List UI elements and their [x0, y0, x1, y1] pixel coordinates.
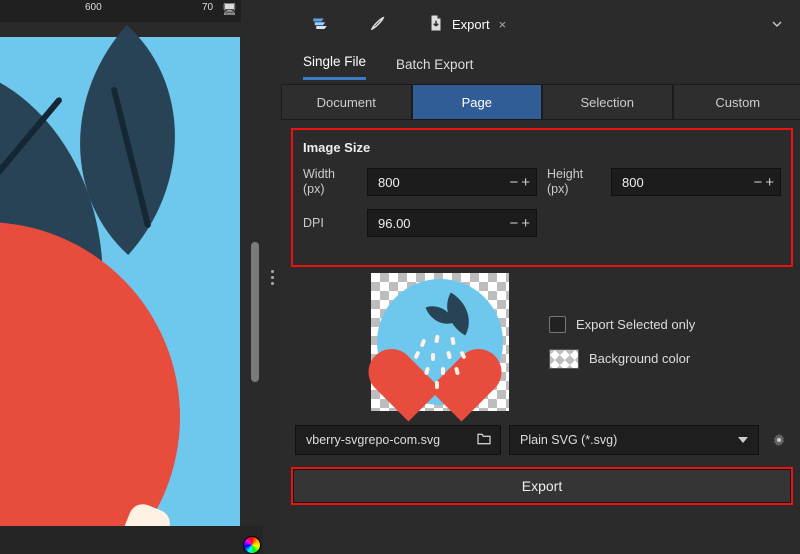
height-input[interactable]: 800 −+ — [611, 168, 781, 196]
export-button[interactable]: Export — [293, 469, 791, 503]
ruler-tick-700: 70 — [202, 2, 213, 13]
width-input[interactable]: 800 −+ — [367, 168, 537, 196]
layers-icon — [311, 14, 329, 35]
panel-splitter[interactable] — [263, 0, 281, 554]
status-strip — [0, 526, 263, 554]
width-spinner[interactable]: −+ — [507, 174, 530, 191]
width-label: Width (px) — [303, 167, 357, 197]
dpi-label: DPI — [303, 216, 357, 231]
export-options: Export Selected only Background color — [549, 316, 695, 369]
layers-tool-tab[interactable] — [311, 0, 329, 48]
color-wheel-icon[interactable] — [243, 536, 261, 554]
height-value: 800 — [622, 175, 644, 190]
format-select[interactable]: Plain SVG (*.svg) — [509, 425, 759, 455]
panel-menu-chevron[interactable] — [769, 16, 785, 35]
export-button-highlight: Export — [291, 467, 793, 505]
minus-icon[interactable]: − — [507, 215, 518, 232]
format-settings-button[interactable] — [767, 425, 791, 455]
tool-tab-bar: Export × — [281, 0, 800, 48]
mode-tab-bar: Single File Batch Export — [281, 48, 800, 80]
export-panel: Export × Single File Batch Export Docume… — [281, 0, 800, 554]
plus-icon[interactable]: + — [519, 215, 530, 232]
export-tab-label: Export — [452, 17, 490, 32]
minus-icon[interactable]: − — [507, 174, 518, 191]
export-button-label: Export — [522, 478, 562, 494]
background-color-option[interactable]: Background color — [549, 349, 695, 369]
plus-icon[interactable]: + — [519, 174, 530, 191]
folder-icon[interactable] — [476, 431, 492, 450]
width-value: 800 — [378, 175, 400, 190]
tab-batch-export[interactable]: Batch Export — [396, 57, 473, 80]
minus-icon[interactable]: − — [751, 174, 762, 191]
export-selected-checkbox[interactable] — [549, 316, 566, 333]
tab-single-file[interactable]: Single File — [303, 54, 366, 80]
display-mode-icon[interactable]: 🖥 — [222, 2, 237, 16]
filename-text: vberry-svgrepo-com.svg — [306, 433, 440, 447]
plus-icon[interactable]: + — [763, 174, 774, 191]
ruler-horizontal: 600 70 🖥 — [0, 0, 241, 22]
image-size-section: Image Size Width (px) 800 −+ Height (px)… — [291, 128, 793, 267]
export-selected-option[interactable]: Export Selected only — [549, 316, 695, 333]
height-label: Height (px) — [547, 167, 601, 197]
ruler-tick-600: 600 — [85, 2, 102, 13]
export-selected-label: Export Selected only — [576, 317, 695, 332]
scope-tab-bar: Document Page Selection Custom — [281, 84, 800, 120]
canvas-pane: 600 70 🖥 — [0, 0, 263, 554]
scrollbar-thumb[interactable] — [251, 242, 259, 382]
export-tool-tab[interactable]: Export × — [427, 0, 506, 48]
format-text: Plain SVG (*.svg) — [520, 433, 617, 447]
chevron-down-icon — [738, 437, 748, 443]
canvas-viewport[interactable] — [0, 22, 240, 554]
preview-row: Export Selected only Background color — [281, 267, 800, 417]
height-spinner[interactable]: −+ — [751, 174, 774, 191]
file-row: vberry-svgrepo-com.svg Plain SVG (*.svg) — [281, 417, 800, 463]
background-color-swatch[interactable] — [549, 349, 579, 369]
image-size-heading: Image Size — [303, 140, 781, 155]
dpi-spinner[interactable]: −+ — [507, 215, 530, 232]
brush-tool-tab[interactable] — [369, 0, 387, 48]
brush-icon — [369, 14, 387, 35]
scope-custom[interactable]: Custom — [673, 84, 800, 120]
strawberry-body — [0, 222, 180, 554]
vertical-scrollbar[interactable] — [247, 22, 263, 526]
dpi-value: 96.00 — [378, 216, 411, 231]
export-icon — [427, 14, 445, 35]
scope-document[interactable]: Document — [281, 84, 412, 120]
scope-selection[interactable]: Selection — [542, 84, 673, 120]
dpi-input[interactable]: 96.00 −+ — [367, 209, 537, 237]
background-color-label: Background color — [589, 351, 690, 366]
close-icon[interactable]: × — [499, 17, 507, 32]
filename-field[interactable]: vberry-svgrepo-com.svg — [295, 425, 501, 455]
artboard — [0, 37, 240, 554]
export-preview — [371, 273, 509, 411]
scope-page[interactable]: Page — [412, 84, 543, 120]
